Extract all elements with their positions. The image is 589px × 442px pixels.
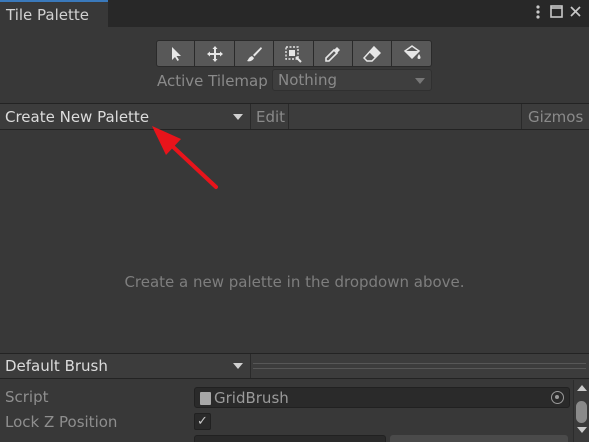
- script-label: Script: [5, 388, 49, 406]
- brush-dropdown-label: Default Brush: [5, 357, 108, 375]
- script-object-field[interactable]: GridBrush: [194, 387, 570, 408]
- panel-splitter[interactable]: [253, 363, 586, 369]
- lock-z-position-checkbox[interactable]: ✓: [194, 413, 211, 430]
- next-property-slider[interactable]: [390, 435, 568, 442]
- scrollbar-thumb[interactable]: [576, 401, 587, 423]
- lock-z-position-label: Lock Z Position: [5, 413, 118, 431]
- chevron-down-icon: [233, 363, 243, 369]
- script-file-icon: [200, 392, 211, 405]
- brush-inspector: Script GridBrush Lock Z Position ✓: [0, 380, 589, 442]
- scroll-up-icon[interactable]: [577, 385, 587, 391]
- inspector-scrollbar[interactable]: [573, 380, 589, 442]
- brush-dropdown[interactable]: Default Brush: [0, 354, 251, 378]
- script-value: GridBrush: [214, 389, 289, 407]
- checkmark-icon: ✓: [197, 414, 208, 429]
- brush-toolbar: Default Brush: [0, 353, 589, 379]
- next-property-field[interactable]: [194, 435, 386, 442]
- object-picker-icon[interactable]: [551, 391, 564, 404]
- scroll-down-icon[interactable]: [577, 427, 587, 433]
